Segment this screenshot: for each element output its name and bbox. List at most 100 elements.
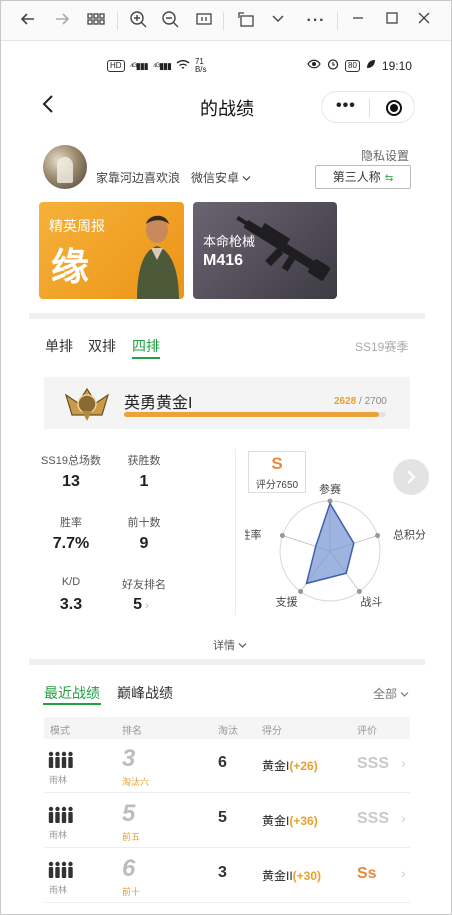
- weekly-report-label: 精英周报: [49, 218, 105, 234]
- top-ten-value: 9: [139, 535, 149, 552]
- maximize-icon[interactable]: [381, 10, 403, 32]
- column-score: 得分: [262, 726, 282, 737]
- app-frame: ··· HD ⁴ᴳ▮▮▮ ⁴ᴳ▮▮▮ 71 B/s 80 19:10 的战绩 •…: [0, 0, 452, 915]
- zoom-out-icon[interactable]: [159, 10, 181, 32]
- rank-points: 2628 / 2700: [334, 396, 387, 407]
- kills: 3: [218, 864, 227, 881]
- chevron-right-icon: ›: [401, 865, 406, 881]
- perspective-label: 第三人称: [332, 170, 381, 184]
- tier: 黄金I: [262, 814, 290, 828]
- friend-rank-label: 好友排名: [122, 579, 166, 591]
- tab-peak-matches[interactable]: 巅峰战绩: [117, 683, 173, 703]
- radar-axis-label: 战斗: [360, 595, 382, 608]
- score-grade: S: [271, 454, 283, 473]
- minimize-icon[interactable]: [347, 10, 369, 32]
- active-tab-indicator: [43, 703, 101, 705]
- placement-tag: 淘汰六: [122, 777, 150, 787]
- tab-solo[interactable]: 单排: [45, 336, 73, 356]
- chevron-down-icon[interactable]: [267, 10, 289, 32]
- radar-axis-dot: [279, 533, 285, 539]
- signal-icon: ⁴ᴳ▮▮▮: [152, 60, 172, 71]
- tab-duo[interactable]: 双排: [88, 336, 116, 356]
- season-label[interactable]: SS19赛季: [355, 338, 408, 355]
- tab-squad[interactable]: 四排: [132, 336, 160, 356]
- arrow-left-icon[interactable]: [17, 10, 39, 32]
- alarm-icon: [327, 58, 339, 73]
- column-kills: 淘汰: [218, 726, 238, 737]
- top-ten-label: 前十数: [127, 517, 161, 529]
- perspective-toggle-button[interactable]: 第三人称 ⇆: [315, 165, 411, 189]
- filter-label: 全部: [373, 687, 398, 701]
- avatar[interactable]: [43, 145, 87, 189]
- close-icon[interactable]: [413, 10, 435, 32]
- rifle-icon: [236, 216, 331, 281]
- tab-recent-matches[interactable]: 最近战绩: [44, 683, 100, 703]
- phone-status-bar: HD ⁴ᴳ▮▮▮ ⁴ᴳ▮▮▮ 71 B/s 80 19:10: [1, 53, 451, 79]
- chevron-down-icon: [238, 640, 247, 652]
- zoom-in-icon[interactable]: [127, 10, 149, 32]
- squad-mode-icon: [48, 861, 74, 884]
- squad-mode-icon: [48, 806, 74, 829]
- privacy-settings-link[interactable]: 隐私设置: [361, 147, 409, 164]
- kills: 5: [218, 809, 227, 826]
- kd-value: 3.3: [59, 596, 83, 613]
- elite-weekly-card[interactable]: 精英周报 缘: [39, 202, 184, 299]
- tier: 黄金II: [262, 869, 293, 883]
- capsule-divider: [369, 99, 370, 117]
- placement-tag: 前十: [122, 887, 141, 897]
- battery-icon: 80: [345, 59, 360, 72]
- chevron-right-icon: ›: [401, 810, 406, 826]
- radar-axis-label: 胜率: [245, 528, 261, 542]
- column-rating: 评价: [357, 726, 377, 737]
- mini-program-capsule: •••: [321, 91, 415, 123]
- clock-time: 19:10: [381, 58, 412, 73]
- rotate-icon[interactable]: [235, 10, 257, 32]
- score-cell: 黄金I(+36): [262, 812, 318, 829]
- weapon-name: M416: [203, 252, 244, 269]
- wins-value: 1: [139, 473, 149, 490]
- platform-label: 微信安卓: [191, 171, 240, 185]
- platform-selector[interactable]: 微信安卓: [191, 169, 251, 186]
- radar-axis-label: 总积分: [393, 528, 425, 542]
- gold-rank-badge-icon: [64, 387, 110, 421]
- score-cell: 黄金II(+30): [262, 867, 321, 884]
- section-divider: [29, 659, 425, 665]
- more-dots-icon[interactable]: •••: [336, 97, 356, 115]
- friend-rank-value: 5: [133, 596, 143, 613]
- back-arrow-icon[interactable]: [41, 93, 55, 121]
- details-toggle[interactable]: 详情: [213, 637, 247, 653]
- fit-screen-icon[interactable]: [193, 10, 215, 32]
- arrow-right-icon[interactable]: [51, 10, 73, 32]
- rank-name: 英勇黄金I: [124, 395, 193, 412]
- score-delta: (+26): [289, 759, 318, 773]
- chevron-right-icon: ›: [401, 755, 406, 771]
- rank-points-current: 2628: [334, 396, 357, 407]
- rating: SSS: [357, 810, 390, 827]
- browser-toolbar: ···: [1, 1, 451, 41]
- table-row[interactable]: 雨林 5 前五 5 黄金I(+36) SSS ›: [44, 794, 410, 848]
- radar-axis-dot: [298, 588, 304, 594]
- score-delta: (+30): [292, 869, 322, 883]
- table-header: 模式 排名 淘汰 得分 评价: [44, 717, 410, 739]
- friend-rank-link[interactable]: 5 ›: [106, 596, 176, 614]
- match-filter-dropdown[interactable]: 全部: [373, 685, 409, 702]
- weekly-keyword: 缘: [51, 247, 92, 289]
- rank-progress-track: [124, 412, 386, 417]
- placement: 6: [122, 855, 136, 882]
- chevron-right-icon: ›: [142, 600, 149, 612]
- toolbar-divider: [337, 12, 338, 30]
- eye-icon: [307, 59, 321, 72]
- mini-program-titlebar: 的战绩 •••: [1, 85, 451, 129]
- signal-icon: ⁴ᴳ▮▮▮: [129, 60, 149, 71]
- more-icon[interactable]: ···: [305, 10, 327, 32]
- close-target-icon[interactable]: [386, 100, 402, 116]
- table-row[interactable]: 雨林 6 前十 3 黄金II(+30) Ss ›: [44, 849, 410, 903]
- table-row[interactable]: 雨林 3 淘汰六 6 黄金I(+26) SSS ›: [44, 739, 410, 793]
- active-tab-indicator: [132, 357, 160, 359]
- signature-weapon-card[interactable]: 本命枪械 M416: [193, 202, 337, 299]
- radar-value-shape: [305, 501, 355, 585]
- ability-radar-chart: 参赛总积分战斗 支援 胜率: [245, 483, 425, 608]
- score-delta: (+36): [289, 814, 318, 828]
- radar-axis-label: 支援: [276, 594, 298, 608]
- grid-icon[interactable]: [85, 10, 107, 32]
